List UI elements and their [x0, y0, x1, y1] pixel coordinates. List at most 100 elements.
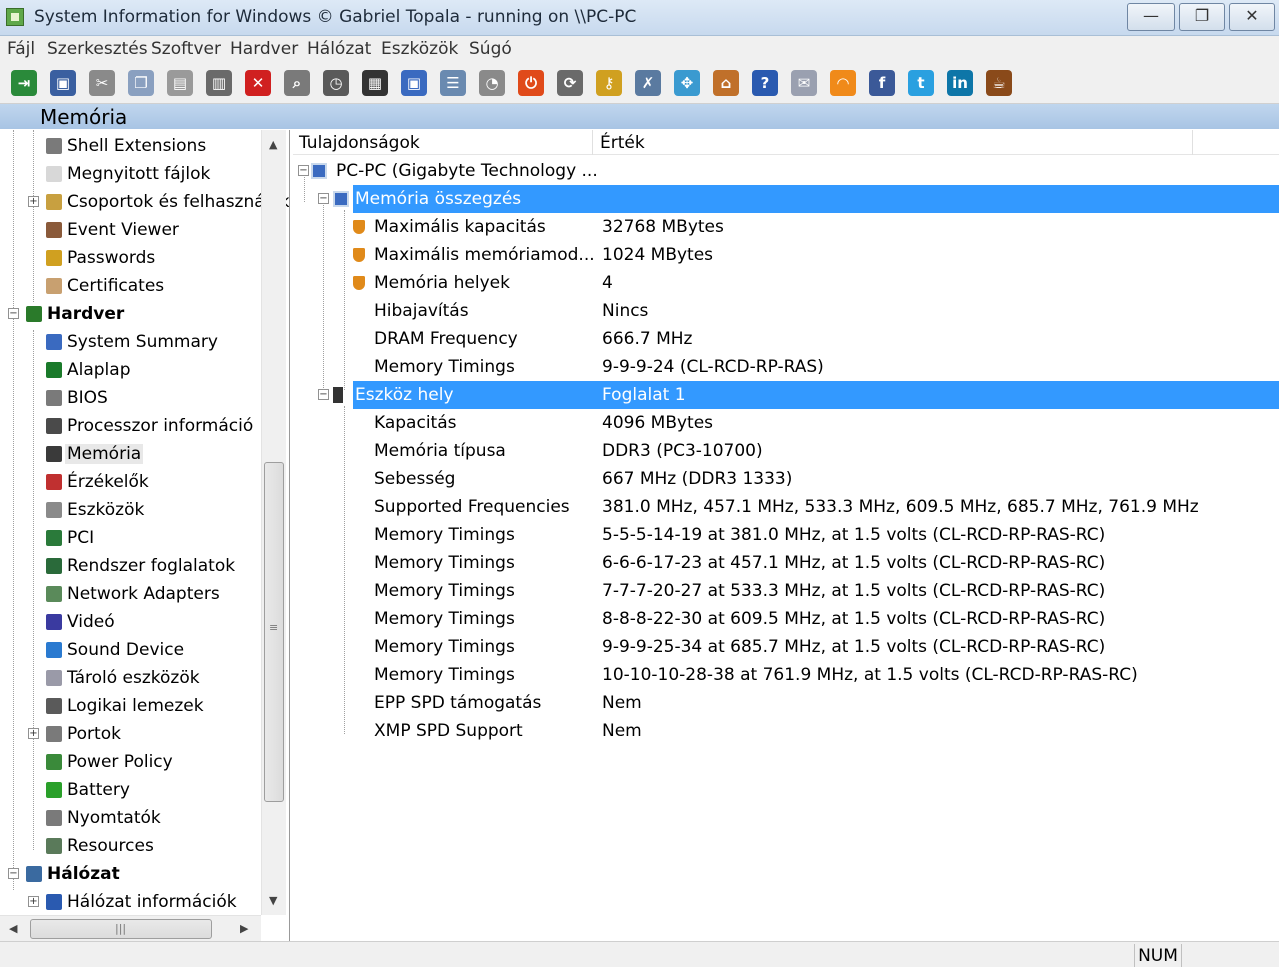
- collapse-icon[interactable]: −: [8, 868, 19, 879]
- menu-item-3[interactable]: Hardver: [230, 39, 298, 59]
- tree-item[interactable]: Certificates: [0, 272, 262, 300]
- tree-item[interactable]: + Csoportok és felhasználók: [0, 188, 289, 216]
- column-header-property[interactable]: Tulajdonságok: [299, 133, 420, 153]
- monitor-button[interactable]: ▦: [359, 67, 391, 99]
- property-row[interactable]: − Memória összegzés: [318, 185, 1279, 213]
- collapse-icon[interactable]: −: [318, 389, 329, 400]
- stop-button[interactable]: ✕: [242, 67, 274, 99]
- menu-item-2[interactable]: Szoftver: [151, 39, 221, 59]
- tree-vertical-scroll-thumb[interactable]: ≡: [264, 462, 284, 802]
- save-button[interactable]: ▣: [47, 67, 79, 99]
- tree-item[interactable]: Tároló eszközök: [0, 664, 262, 692]
- tree-item[interactable]: Megnyitott fájlok: [0, 160, 262, 188]
- property-row[interactable]: Memory Timings 9-9-9-24 (CL-RCD-RP-RAS): [293, 353, 1279, 381]
- tree-item[interactable]: BIOS: [0, 384, 262, 412]
- stopwatch-button[interactable]: ◔: [476, 67, 508, 99]
- rss-button[interactable]: ◠: [827, 67, 859, 99]
- refresh-button[interactable]: ⟳: [554, 67, 586, 99]
- tree-item[interactable]: Processzor információ: [0, 412, 262, 440]
- scroll-down-arrow-icon[interactable]: ▼: [269, 894, 277, 907]
- property-row[interactable]: XMP SPD Support Nem: [293, 717, 1279, 745]
- tree-item[interactable]: Battery: [0, 776, 262, 804]
- property-row[interactable]: Kapacitás 4096 MBytes: [293, 409, 1279, 437]
- exit-button[interactable]: ⇥: [8, 67, 40, 99]
- menu-item-0[interactable]: Fájl: [7, 39, 35, 59]
- property-row[interactable]: Memória típusa DDR3 (PC3-10700): [293, 437, 1279, 465]
- property-row[interactable]: Maximális memóriamod... 1024 MBytes: [293, 241, 1279, 269]
- tree-item[interactable]: Logikai lemezek: [0, 692, 262, 720]
- network-button[interactable]: ▣: [398, 67, 430, 99]
- home-button[interactable]: ⌂: [710, 67, 742, 99]
- property-row[interactable]: DRAM Frequency 666.7 MHz: [293, 325, 1279, 353]
- mail-button[interactable]: ✉: [788, 67, 820, 99]
- tree-vertical-scrollbar[interactable]: ▲ ≡ ▼: [261, 130, 286, 915]
- column-divider[interactable]: [592, 130, 593, 155]
- column-header-value[interactable]: Érték: [600, 133, 645, 153]
- tree-horizontal-scroll-thumb[interactable]: |||: [30, 919, 212, 939]
- menu-item-6[interactable]: Súgó: [469, 39, 512, 59]
- tree-item[interactable]: Alaplap: [0, 356, 262, 384]
- key-button[interactable]: ⚷: [593, 67, 625, 99]
- tree-item[interactable]: Power Policy: [0, 748, 262, 776]
- property-row[interactable]: EPP SPD támogatás Nem: [293, 689, 1279, 717]
- property-row[interactable]: Memória helyek 4: [293, 269, 1279, 297]
- tree-item[interactable]: Sound Device: [0, 636, 262, 664]
- property-row[interactable]: Memory Timings 9-9-9-25-34 at 685.7 MHz, …: [293, 633, 1279, 661]
- property-row[interactable]: Memory Timings 7-7-7-20-27 at 533.3 MHz, …: [293, 577, 1279, 605]
- tree-item[interactable]: Eszközök: [0, 496, 262, 524]
- tree-item[interactable]: + Portok: [0, 720, 262, 748]
- paste-button[interactable]: ▤: [164, 67, 196, 99]
- tree-horizontal-scrollbar[interactable]: ◀ ||| ▶: [0, 915, 261, 941]
- copy-button[interactable]: ❐: [125, 67, 157, 99]
- property-row[interactable]: − PC-PC (Gigabyte Technology ...: [293, 157, 1279, 185]
- puzzle-button[interactable]: ✥: [671, 67, 703, 99]
- menu-item-5[interactable]: Eszközök: [381, 39, 458, 59]
- tree-item[interactable]: Rendszer foglalatok: [0, 552, 262, 580]
- twitter-button[interactable]: t: [905, 67, 937, 99]
- tree-item[interactable]: + Hálózat információk: [0, 888, 262, 916]
- expand-icon[interactable]: +: [28, 896, 39, 907]
- property-row[interactable]: Maximális kapacitás 32768 MBytes: [293, 213, 1279, 241]
- shutdown-button[interactable]: ⏻: [515, 67, 547, 99]
- menu-item-4[interactable]: Hálózat: [307, 39, 371, 59]
- tree-item[interactable]: Nyomtatók: [0, 804, 262, 832]
- expand-icon[interactable]: +: [28, 196, 39, 207]
- cut-button[interactable]: ✂: [86, 67, 118, 99]
- collapse-icon[interactable]: −: [318, 193, 329, 204]
- tools-button[interactable]: ✗: [632, 67, 664, 99]
- tree-item[interactable]: − Hálózat: [0, 860, 262, 888]
- column-divider[interactable]: [1192, 130, 1193, 155]
- scroll-right-arrow-icon[interactable]: ▶: [240, 922, 248, 935]
- scroll-up-arrow-icon[interactable]: ▲: [269, 138, 277, 151]
- linkedin-button[interactable]: in: [944, 67, 976, 99]
- tree-item[interactable]: PCI: [0, 524, 262, 552]
- collapse-icon[interactable]: −: [298, 165, 309, 176]
- print-button[interactable]: ▥: [203, 67, 235, 99]
- coffee-button[interactable]: ☕: [983, 67, 1015, 99]
- property-row[interactable]: − Eszköz hely Foglalat 1: [318, 381, 1279, 409]
- tree-item[interactable]: Event Viewer: [0, 216, 262, 244]
- property-row[interactable]: Memory Timings 10-10-10-28-38 at 761.9 MH…: [293, 661, 1279, 689]
- close-button[interactable]: ✕: [1229, 3, 1275, 31]
- tree-item[interactable]: Shell Extensions: [0, 132, 262, 160]
- minimize-button[interactable]: —: [1127, 3, 1175, 31]
- scroll-left-arrow-icon[interactable]: ◀: [9, 922, 17, 935]
- expand-icon[interactable]: +: [28, 728, 39, 739]
- tree-item[interactable]: − Hardver: [0, 300, 262, 328]
- property-row[interactable]: Supported Frequencies 381.0 MHz, 457.1 MH…: [293, 493, 1279, 521]
- menu-item-1[interactable]: Szerkesztés: [47, 39, 148, 59]
- tree-item[interactable]: Resources: [0, 832, 262, 860]
- property-row[interactable]: Memory Timings 8-8-8-22-30 at 609.5 MHz, …: [293, 605, 1279, 633]
- facebook-button[interactable]: f: [866, 67, 898, 99]
- tree-item[interactable]: Érzékelők: [0, 468, 262, 496]
- tree-item[interactable]: Network Adapters: [0, 580, 262, 608]
- find-button[interactable]: ⌕: [281, 67, 313, 99]
- help-button[interactable]: ?: [749, 67, 781, 99]
- collapse-icon[interactable]: −: [8, 308, 19, 319]
- property-row[interactable]: Memory Timings 6-6-6-17-23 at 457.1 MHz, …: [293, 549, 1279, 577]
- tree-item[interactable]: Videó: [0, 608, 262, 636]
- maximize-button[interactable]: ❐: [1179, 3, 1225, 31]
- report-button[interactable]: ☰: [437, 67, 469, 99]
- tree-item[interactable]: Memória: [0, 440, 262, 468]
- property-row[interactable]: Hibajavítás Nincs: [293, 297, 1279, 325]
